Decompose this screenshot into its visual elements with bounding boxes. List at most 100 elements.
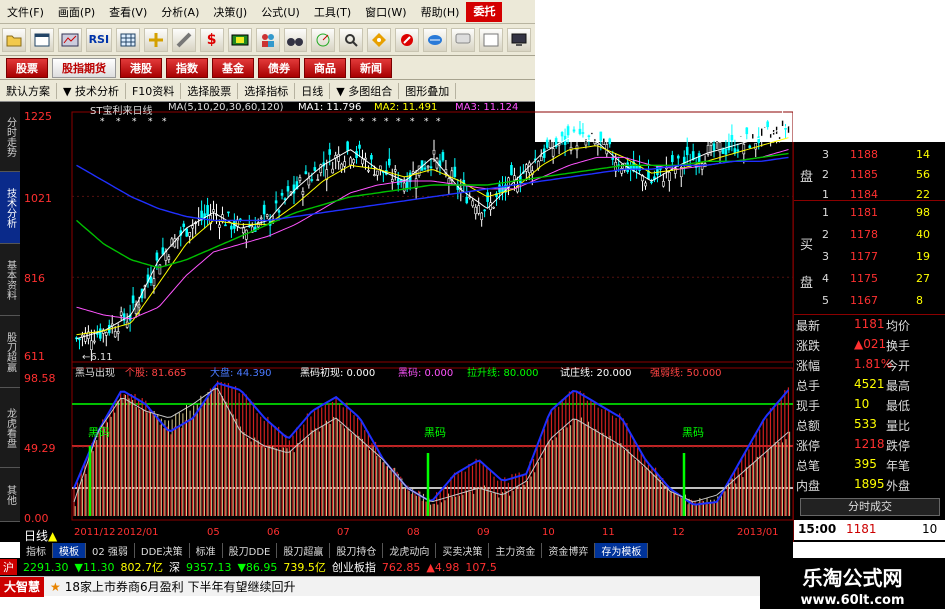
chart-area[interactable]: * * * * * * * * * * * * * (20, 102, 794, 527)
tab-gudao[interactable]: 股刀超赢 (0, 316, 20, 388)
sub-tech-analysis[interactable]: ▼ 技术分析 (57, 82, 126, 99)
candle-body (724, 148, 728, 155)
menu-help[interactable]: 帮助(H) (414, 4, 467, 20)
board-label[interactable]: 创业板指 (332, 559, 376, 575)
menu-window[interactable]: 窗口(W) (358, 4, 413, 20)
quote-row[interactable]: 涨停 1218 跌停 (794, 436, 945, 454)
date-tick: 10 (542, 527, 555, 538)
grid-icon[interactable] (115, 27, 140, 52)
quote-row[interactable]: 总额 533 量比 (794, 416, 945, 434)
stat-label-2: 均价 (886, 319, 911, 333)
quote-row[interactable]: 内盘 1895 外盘 (794, 476, 945, 494)
menu-trade[interactable]: 委托 (466, 1, 503, 22)
globe-icon[interactable] (423, 27, 448, 52)
candle-body (218, 224, 221, 228)
cat-fund[interactable]: 基金 (212, 57, 254, 78)
quote-row[interactable]: 涨幅 1.81% 今开 (794, 356, 945, 374)
cat-index[interactable]: 指数 (166, 57, 208, 78)
sub-select-stock[interactable]: 选择股票 (181, 82, 239, 99)
cat-stock[interactable]: 股票 (6, 57, 48, 78)
btab-trade-decision[interactable]: 买卖决策 (436, 542, 490, 558)
cat-hk-stock[interactable]: 港股 (120, 57, 162, 78)
quote-row[interactable]: 总手 4521 最高 (794, 376, 945, 394)
gem-icon[interactable] (395, 27, 420, 52)
candle-body (376, 170, 379, 176)
sub-overlay[interactable]: 图形叠加 (399, 82, 457, 99)
candle-body (578, 128, 582, 135)
btab-longhu-trend[interactable]: 龙虎动向 (383, 542, 437, 558)
quote-row[interactable]: 涨跌 ▲021 换手 (794, 336, 945, 354)
btab-standard[interactable]: 标准 (190, 542, 223, 558)
sub-select-indicator[interactable]: 选择指标 (238, 82, 296, 99)
quote-row[interactable]: 3 1188 14 (794, 146, 945, 164)
tab-technical[interactable]: 技术分析 (0, 172, 20, 244)
crosshair-icon[interactable] (143, 27, 168, 52)
quote-row[interactable]: 2 1185 56 (794, 166, 945, 184)
menu-file[interactable]: 文件(F) (0, 4, 51, 20)
candle-body (685, 146, 689, 156)
rsi-icon[interactable]: RSI (85, 27, 112, 52)
binoculars-icon[interactable] (283, 27, 308, 52)
dzh-logo[interactable]: 大智慧 (0, 576, 45, 597)
sub-f10[interactable]: F10资料 (126, 82, 182, 99)
menu-view[interactable]: 查看(V) (102, 4, 154, 20)
film-icon[interactable] (227, 27, 252, 52)
btab-gudao-chaoying[interactable]: 股刀超赢 (277, 542, 331, 558)
search-icon[interactable] (339, 27, 364, 52)
people-icon[interactable] (255, 27, 280, 52)
window-icon[interactable] (29, 27, 54, 52)
monitor-icon[interactable] (507, 27, 532, 52)
quote-row[interactable]: 2 1178 40 (794, 226, 945, 244)
menu-decision[interactable]: 决策(J) (206, 4, 254, 20)
tab-fundamental[interactable]: 基本资料 (0, 244, 20, 316)
quote-row[interactable]: 最新 1181 均价 (794, 316, 945, 334)
btab-template[interactable]: 模板 (53, 542, 86, 558)
btab-fund-game[interactable]: 资金博弈 (542, 542, 596, 558)
cat-news[interactable]: 新闻 (350, 57, 392, 78)
btab-gudao-dde[interactable]: 股刀DDE (223, 542, 278, 558)
quote-row[interactable]: 现手 10 最低 (794, 396, 945, 414)
tab-longhu[interactable]: 龙虎看盘 (0, 388, 20, 468)
speech-icon[interactable] (451, 27, 476, 52)
candle-body (182, 223, 186, 227)
sub-default-scheme[interactable]: 默认方案 (0, 82, 57, 99)
date-tick: 2011/12 (74, 527, 116, 538)
ruler-icon[interactable] (171, 27, 196, 52)
cat-commodity[interactable]: 商品 (304, 57, 346, 78)
cat-index-futures[interactable]: 股指期货 (52, 57, 116, 78)
candle-body (298, 177, 302, 181)
menu-formula[interactable]: 公式(U) (254, 4, 307, 20)
date-tick: 12 (672, 527, 685, 538)
cat-bond[interactable]: 债券 (258, 57, 300, 78)
quote-row[interactable]: 1 1184 22 (794, 186, 945, 204)
quote-row[interactable]: 4 1175 27 (794, 270, 945, 288)
btab-gudao-holdings[interactable]: 股刀持仓 (330, 542, 384, 558)
quote-row[interactable]: 总笔 395 年笔 (794, 456, 945, 474)
folder-icon[interactable] (2, 27, 26, 52)
dollar-icon[interactable]: $ (199, 27, 224, 52)
radar-icon[interactable] (311, 27, 336, 52)
btab-save-template[interactable]: 存为模板 (595, 542, 649, 558)
quote-row[interactable]: 3 1177 19 (794, 248, 945, 266)
kline-icon[interactable] (57, 27, 82, 52)
tab-intraday[interactable]: 分时走势 (0, 102, 20, 172)
btab-dde-decision[interactable]: DDE决策 (135, 542, 190, 558)
news-headline[interactable]: 18家上市券商6月盈利 下半年有望继续回升 (65, 578, 296, 595)
menu-analysis[interactable]: 分析(A) (154, 4, 206, 20)
sub-multi-chart[interactable]: ▼ 多图组合 (330, 82, 400, 99)
quote-row[interactable]: 1 1181 98 (794, 204, 945, 222)
btab-strength[interactable]: 02 强弱 (86, 542, 135, 558)
menu-tools[interactable]: 工具(T) (307, 4, 358, 20)
sh-label[interactable]: 沪 (0, 559, 17, 575)
diamond-icon[interactable] (367, 27, 392, 52)
tick-trades-button[interactable]: 分时成交 (800, 498, 940, 516)
tab-other[interactable]: 其他 (0, 468, 20, 522)
chart-icon[interactable] (479, 27, 504, 52)
btab-main-funds[interactable]: 主力资金 (489, 542, 543, 558)
sub-daily[interactable]: 日线 (295, 82, 331, 99)
sz-label[interactable]: 深 (169, 559, 180, 575)
menu-screen[interactable]: 画面(P) (51, 4, 102, 20)
btab-indicator[interactable]: 指标 (20, 542, 53, 558)
quote-row[interactable]: 5 1167 8 (794, 292, 945, 310)
candle-body (778, 136, 781, 140)
